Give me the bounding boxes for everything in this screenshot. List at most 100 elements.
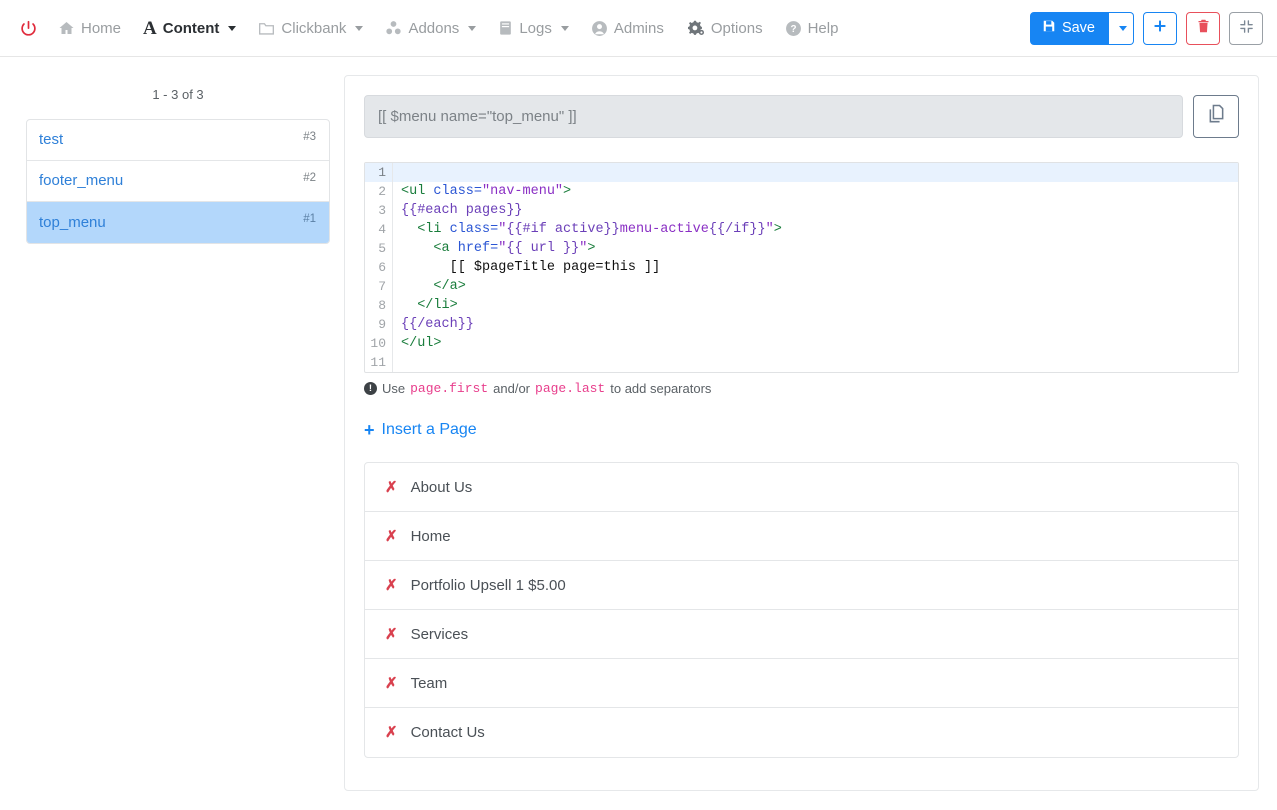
shortcode-input[interactable]	[364, 95, 1183, 138]
page-list-item[interactable]: ✗ Contact Us	[365, 708, 1238, 757]
nav-label-options: Options	[711, 21, 763, 36]
nav-label-addons: Addons	[408, 21, 459, 36]
code-line: 3 {{#each pages}}	[365, 201, 1238, 220]
line-code: <a href="{{ url }}">	[393, 239, 595, 258]
nav-item-logs[interactable]: Logs	[487, 14, 580, 42]
page-item-label: Services	[411, 626, 469, 643]
hint-middle: and/or	[493, 381, 530, 396]
pagination-summary: 1 - 3 of 3	[26, 75, 330, 119]
code-editor[interactable]: 1 2 <ul class="nav-menu"> 3 {{#each page…	[364, 162, 1239, 373]
line-number: 9	[365, 315, 393, 334]
user-circle-icon	[591, 20, 608, 37]
shortcode-row	[364, 95, 1239, 138]
top-navbar: Home A Content Clickbank Addons	[0, 0, 1277, 57]
save-button-group: Save	[1030, 12, 1134, 45]
line-number: 1	[365, 163, 393, 182]
line-code: </a>	[393, 277, 466, 296]
hint-code-last: page.last	[535, 381, 605, 396]
floppy-disk-icon	[1042, 19, 1056, 37]
navbar-actions: Save	[1030, 12, 1263, 45]
folder-icon	[258, 21, 275, 36]
page-item-label: Portfolio Upsell 1 $5.00	[411, 577, 566, 594]
insert-page-link[interactable]: + Insert a Page	[364, 421, 477, 439]
code-line: 7 </a>	[365, 277, 1238, 296]
page-list-item[interactable]: ✗ Portfolio Upsell 1 $5.00	[365, 561, 1238, 610]
copy-icon	[1207, 104, 1226, 129]
line-code: </ul>	[393, 334, 442, 353]
compress-button[interactable]	[1229, 12, 1263, 45]
menu-item-number: #1	[303, 213, 316, 226]
nav-item-help[interactable]: ? Help	[774, 14, 850, 43]
line-code: <li class="{{#if active}}menu-active{{/i…	[393, 220, 782, 239]
menu-item-number: #2	[303, 172, 316, 185]
nav-item-addons[interactable]: Addons	[374, 14, 487, 42]
menu-item-label: test	[39, 132, 63, 149]
nav-item-power[interactable]	[16, 14, 47, 43]
power-icon	[20, 20, 37, 37]
line-code: {{/each}}	[393, 315, 474, 334]
page-list-item[interactable]: ✗ Services	[365, 610, 1238, 659]
chevron-down-icon	[468, 26, 476, 31]
cogs-icon	[686, 20, 705, 37]
editor-hint: ! Use page.first and/or page.last to add…	[364, 381, 1239, 396]
nav-label-home: Home	[81, 21, 121, 36]
plus-icon	[1152, 18, 1168, 38]
pages-list: ✗ About Us ✗ Home ✗ Portfolio Upsell 1 $…	[364, 462, 1239, 758]
page-item-label: About Us	[411, 479, 473, 496]
line-code: {{#each pages}}	[393, 201, 523, 220]
nav-label-help: Help	[808, 21, 839, 36]
code-line: 4 <li class="{{#if active}}menu-active{{…	[365, 220, 1238, 239]
copy-shortcode-button[interactable]	[1193, 95, 1239, 138]
x-icon[interactable]: ✗	[385, 725, 398, 740]
chevron-down-icon	[561, 26, 569, 31]
save-button[interactable]: Save	[1030, 12, 1109, 45]
x-icon[interactable]: ✗	[385, 480, 398, 495]
hint-code-first: page.first	[410, 381, 488, 396]
line-number: 3	[365, 201, 393, 220]
menu-list-item-top-menu[interactable]: top_menu #1	[27, 202, 329, 243]
home-icon	[58, 20, 75, 36]
page-body: 1 - 3 of 3 test #3 footer_menu #2 top_me…	[0, 57, 1277, 810]
code-line: 8 </li>	[365, 296, 1238, 315]
line-number: 10	[365, 334, 393, 353]
x-icon[interactable]: ✗	[385, 676, 398, 691]
code-line: 6 [[ $pageTitle page=this ]]	[365, 258, 1238, 277]
line-number: 2	[365, 182, 393, 201]
menu-item-label: footer_menu	[39, 173, 123, 190]
nav-item-admins[interactable]: Admins	[580, 14, 675, 43]
add-button[interactable]	[1143, 12, 1177, 45]
nav-label-admins: Admins	[614, 21, 664, 36]
compress-icon	[1239, 19, 1254, 38]
delete-button[interactable]	[1186, 12, 1220, 45]
svg-text:?: ?	[790, 24, 796, 35]
menu-list: test #3 footer_menu #2 top_menu #1	[26, 119, 330, 244]
line-code: </li>	[393, 296, 458, 315]
line-number: 7	[365, 277, 393, 296]
nav-item-options[interactable]: Options	[675, 14, 774, 43]
plus-icon: +	[364, 421, 375, 439]
nav-item-content[interactable]: A Content	[132, 13, 247, 44]
nav-label-clickbank: Clickbank	[281, 21, 346, 36]
page-item-label: Contact Us	[411, 724, 485, 741]
hint-suffix: to add separators	[610, 381, 711, 396]
code-line: 9 {{/each}}	[365, 315, 1238, 334]
line-number: 4	[365, 220, 393, 239]
nav-item-clickbank[interactable]: Clickbank	[247, 15, 374, 42]
menu-item-number: #3	[303, 131, 316, 144]
save-dropdown-toggle[interactable]	[1109, 12, 1134, 45]
line-code: <ul class="nav-menu">	[393, 182, 571, 201]
insert-page-label: Insert a Page	[382, 421, 477, 439]
chevron-down-icon	[228, 26, 236, 31]
nav-label-logs: Logs	[519, 21, 552, 36]
nav-item-home[interactable]: Home	[47, 14, 132, 42]
x-icon[interactable]: ✗	[385, 578, 398, 593]
page-list-item[interactable]: ✗ Home	[365, 512, 1238, 561]
page-list-item[interactable]: ✗ About Us	[365, 463, 1238, 512]
menu-list-item-test[interactable]: test #3	[27, 120, 329, 161]
menu-list-item-footer-menu[interactable]: footer_menu #2	[27, 161, 329, 202]
page-list-item[interactable]: ✗ Team	[365, 659, 1238, 708]
x-icon[interactable]: ✗	[385, 529, 398, 544]
x-icon[interactable]: ✗	[385, 627, 398, 642]
line-number: 8	[365, 296, 393, 315]
menu-editor-card: 1 2 <ul class="nav-menu"> 3 {{#each page…	[344, 75, 1259, 791]
